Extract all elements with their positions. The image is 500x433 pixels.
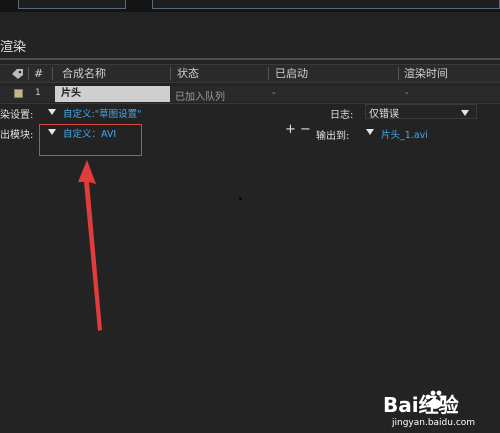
watermark-text: Bai经验 <box>383 393 459 417</box>
red-arrow-annotation <box>78 160 102 331</box>
watermark-url: jingyan.baidu.com <box>392 418 476 428</box>
